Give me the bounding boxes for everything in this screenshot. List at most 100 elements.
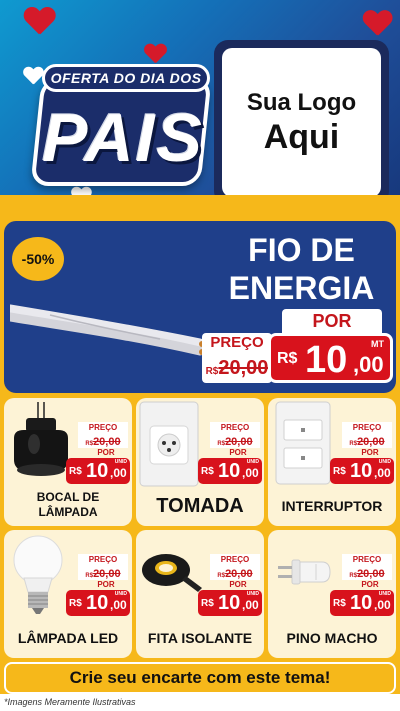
- product-por-label: POR: [229, 580, 247, 589]
- product-por-label: POR: [361, 580, 379, 589]
- discount-badge: -50%: [12, 237, 64, 281]
- product-preco-label: PREÇO: [78, 554, 128, 566]
- product-price: R$ 10 ,00 UNID: [198, 590, 262, 616]
- old-price-currency: R$: [217, 441, 226, 447]
- hero-title-line2: ENERGIA: [228, 270, 375, 306]
- price-integer: 10: [86, 592, 109, 614]
- outlet-image: [139, 401, 199, 487]
- disclaimer-text: *Imagens Meramente Ilustrativas: [0, 694, 400, 711]
- product-preco-label: PREÇO: [342, 554, 392, 566]
- logo-text-line1: Sua Logo: [246, 88, 357, 116]
- hero-price: R$ 10 ,00 MT: [268, 333, 393, 383]
- product-old-price: R$20,00: [210, 434, 260, 448]
- product-name: INTERRUPTOR: [281, 498, 383, 514]
- plug-image: [278, 559, 331, 585]
- old-price-currency: R$: [349, 441, 358, 447]
- bulb-image: [13, 535, 63, 614]
- price-currency: R$: [69, 466, 82, 477]
- promo-badge: OFERTA DO DIA DOS PAIS: [14, 60, 212, 190]
- logo-inner: Sua Logo Aqui: [222, 48, 381, 197]
- product-card: PREÇO R$20,00 POR R$ 10 ,00 UNID LÂMPADA…: [4, 530, 132, 658]
- product-preco-label: PREÇO: [78, 422, 128, 434]
- price-decimal: ,00: [374, 598, 391, 612]
- product-price: R$ 10 ,00 UNID: [66, 590, 130, 616]
- price-unit: UNID: [246, 459, 259, 465]
- price-decimal: ,00: [110, 598, 127, 612]
- price-integer: 10: [350, 592, 373, 614]
- product-name: FITA ISOLANTE: [147, 630, 253, 646]
- product-por-label: POR: [361, 448, 379, 457]
- product-preco-label: PREÇO: [342, 422, 392, 434]
- old-price-currency: R$: [85, 441, 94, 447]
- old-price-amount: 20,00: [225, 568, 253, 580]
- product-price: R$ 10 ,00 UNID: [330, 458, 394, 484]
- product-name: BOCAL DE LÂMPADA: [36, 490, 100, 519]
- price-currency: R$: [277, 350, 298, 367]
- hero-title-line1: FIO DE: [248, 232, 355, 268]
- price-integer: 10: [305, 339, 348, 381]
- price-unit: MT: [371, 339, 384, 349]
- product-name: TOMADA: [156, 495, 244, 517]
- price-currency: R$: [333, 466, 346, 477]
- preco-label: PREÇO: [202, 333, 272, 353]
- old-price-amount: 20,00: [357, 436, 385, 448]
- product-old-price: R$20,00: [78, 566, 128, 580]
- create-flyer-button[interactable]: Crie seu encarte com este tema!: [4, 662, 396, 694]
- heart-icon: [24, 8, 55, 39]
- product-name: LÂMPADA LED: [17, 630, 119, 646]
- cable-image: [10, 304, 205, 356]
- switch-image: [275, 401, 331, 485]
- price-decimal: ,00: [110, 466, 127, 480]
- price-unit: UNID: [378, 459, 391, 465]
- product-por-label: POR: [97, 448, 115, 457]
- product-card: PREÇO R$20,00 POR R$ 10 ,00 UNID INTERRU…: [268, 398, 396, 526]
- price-currency: R$: [69, 598, 82, 609]
- price-integer: 10: [350, 460, 373, 482]
- old-price-currency: R$: [349, 573, 358, 579]
- price-currency: R$: [201, 466, 214, 477]
- price-integer: 10: [218, 592, 241, 614]
- price-unit: UNID: [378, 591, 391, 597]
- product-preco-label: PREÇO: [210, 554, 260, 566]
- logo-placeholder: Sua Logo Aqui: [214, 40, 389, 205]
- product-por-label: POR: [97, 580, 115, 589]
- old-price-amount: 20,00: [218, 357, 269, 379]
- price-currency: R$: [201, 598, 214, 609]
- price-decimal: ,00: [242, 598, 259, 612]
- price-decimal: ,00: [242, 466, 259, 480]
- price-decimal: ,00: [374, 466, 391, 480]
- product-price: R$ 10 ,00 UNID: [198, 458, 262, 484]
- price-unit: UNID: [114, 459, 127, 465]
- product-por-label: POR: [229, 448, 247, 457]
- product-price: R$ 10 ,00 UNID: [330, 590, 394, 616]
- product-name: PINO MACHO: [286, 630, 378, 646]
- product-preco-label: PREÇO: [210, 422, 260, 434]
- hero-offer: -50% FIO DE ENERGIA POR PREÇO R$20,00 R$…: [4, 221, 396, 393]
- badge-word: PAIS: [42, 100, 204, 176]
- old-price-currency: R$: [217, 573, 226, 579]
- price-unit: UNID: [246, 591, 259, 597]
- old-price-currency: R$: [85, 573, 94, 579]
- old-price-amount: 20,00: [93, 568, 121, 580]
- price-integer: 10: [86, 460, 109, 482]
- price-currency: R$: [333, 598, 346, 609]
- product-price: R$ 10 ,00 UNID: [66, 458, 130, 484]
- por-label: POR: [282, 309, 382, 333]
- product-card: PREÇO R$20,00 POR R$ 10 ,00 UNID TOMADA: [136, 398, 264, 526]
- logo-text-line2: Aqui: [263, 117, 340, 156]
- old-price: R$20,00: [202, 353, 272, 383]
- old-price-amount: 20,00: [225, 436, 253, 448]
- product-card: PREÇO R$20,00 POR R$ 10 ,00 UNID BOCAL D…: [4, 398, 132, 526]
- socket-image: [14, 402, 68, 476]
- header-banner: OFERTA DO DIA DOS PAIS Sua Logo Aqui: [0, 0, 400, 215]
- badge-ribbon: OFERTA DO DIA DOS: [42, 64, 210, 92]
- hero-title: FIO DE ENERGIA: [214, 231, 389, 307]
- product-old-price: R$20,00: [78, 434, 128, 448]
- price-decimal: ,00: [353, 352, 384, 377]
- product-old-price: R$20,00: [342, 434, 392, 448]
- price-integer: 10: [218, 460, 241, 482]
- tape-image: [142, 554, 202, 592]
- product-card: PREÇO R$20,00 POR R$ 10 ,00 UNID FITA IS…: [136, 530, 264, 658]
- heart-icon: [363, 11, 392, 40]
- price-unit: UNID: [114, 591, 127, 597]
